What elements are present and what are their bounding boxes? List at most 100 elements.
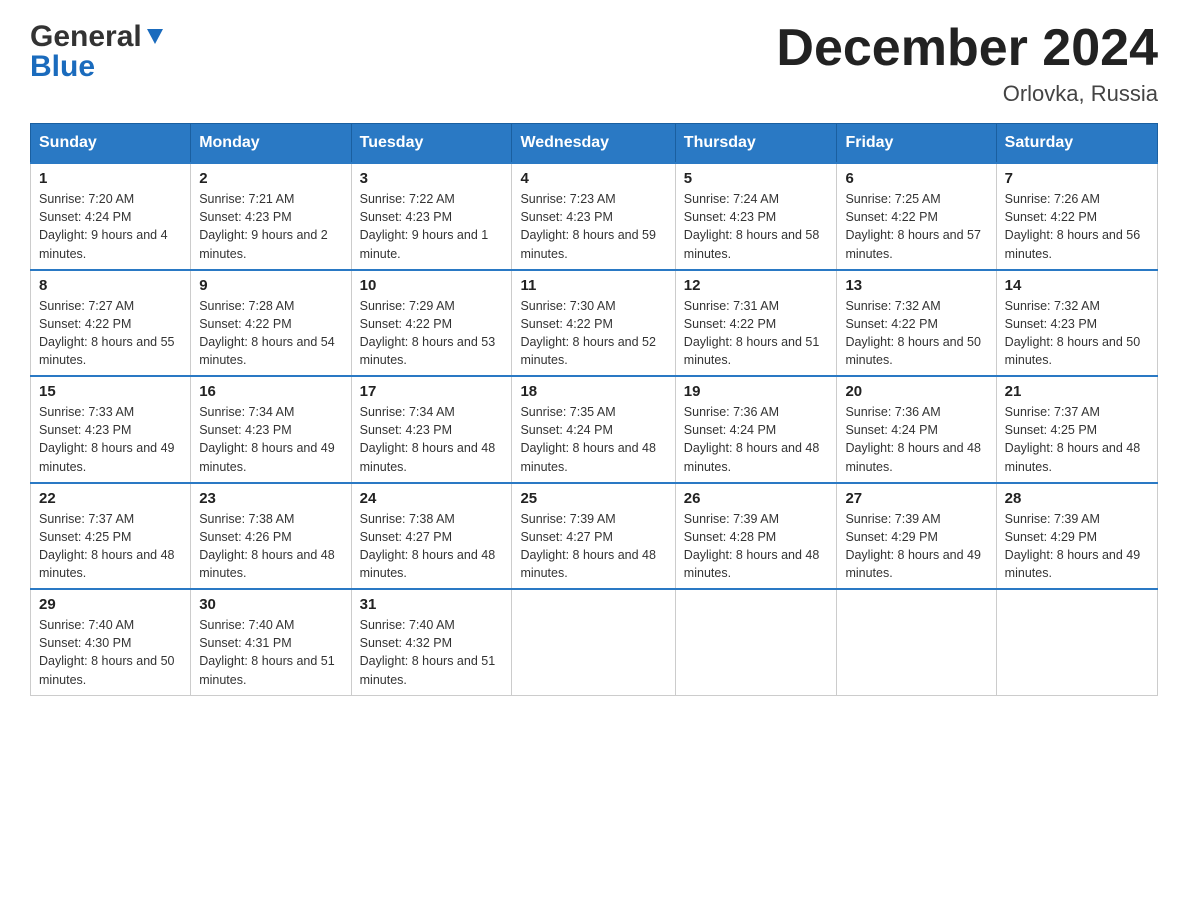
day-info: Sunrise: 7:26 AMSunset: 4:22 PMDaylight:… [1005, 190, 1149, 263]
day-number: 30 [199, 596, 342, 613]
calendar-cell: 25 Sunrise: 7:39 AMSunset: 4:27 PMDayligh… [512, 483, 675, 590]
logo-triangle-icon [144, 24, 166, 46]
weekday-header-row: SundayMondayTuesdayWednesdayThursdayFrid… [31, 124, 1158, 164]
day-number: 3 [360, 170, 504, 187]
calendar-cell: 1Sunrise: 7:20 AMSunset: 4:24 PMDaylight… [31, 163, 191, 270]
calendar-cell [837, 589, 996, 695]
calendar-cell: 16 Sunrise: 7:34 AMSunset: 4:23 PMDayligh… [191, 376, 351, 483]
day-number: 11 [520, 277, 666, 294]
day-info: Sunrise: 7:32 AMSunset: 4:22 PMDaylight:… [845, 297, 987, 370]
calendar-cell: 29Sunrise: 7:40 AMSunset: 4:30 PMDayligh… [31, 589, 191, 695]
day-number: 19 [684, 383, 829, 400]
week-row-1: 1Sunrise: 7:20 AMSunset: 4:24 PMDaylight… [31, 163, 1158, 270]
day-info: Sunrise: 7:28 AMSunset: 4:22 PMDaylight:… [199, 297, 342, 370]
day-number: 16 [199, 383, 342, 400]
calendar-cell [675, 589, 837, 695]
day-info: Sunrise: 7:36 AMSunset: 4:24 PMDaylight:… [845, 403, 987, 476]
calendar-cell: 20 Sunrise: 7:36 AMSunset: 4:24 PMDayligh… [837, 376, 996, 483]
day-number: 29 [39, 596, 182, 613]
day-number: 18 [520, 383, 666, 400]
weekday-header-wednesday: Wednesday [512, 124, 675, 164]
day-info: Sunrise: 7:36 AMSunset: 4:24 PMDaylight:… [684, 403, 829, 476]
day-info: Sunrise: 7:23 AMSunset: 4:23 PMDaylight:… [520, 190, 666, 263]
calendar-cell: 18 Sunrise: 7:35 AMSunset: 4:24 PMDayligh… [512, 376, 675, 483]
day-info: Sunrise: 7:40 AMSunset: 4:31 PMDaylight:… [199, 616, 342, 689]
weekday-header-saturday: Saturday [996, 124, 1157, 164]
day-number: 22 [39, 490, 182, 507]
calendar-cell [996, 589, 1157, 695]
calendar-cell: 27 Sunrise: 7:39 AMSunset: 4:29 PMDayligh… [837, 483, 996, 590]
weekday-header-friday: Friday [837, 124, 996, 164]
day-number: 28 [1005, 490, 1149, 507]
day-info: Sunrise: 7:38 AMSunset: 4:26 PMDaylight:… [199, 510, 342, 583]
day-number: 21 [1005, 383, 1149, 400]
calendar-cell: 15 Sunrise: 7:33 AMSunset: 4:23 PMDayligh… [31, 376, 191, 483]
calendar-cell: 7 Sunrise: 7:26 AMSunset: 4:22 PMDaylight… [996, 163, 1157, 270]
day-number: 26 [684, 490, 829, 507]
calendar-cell: 17 Sunrise: 7:34 AMSunset: 4:23 PMDayligh… [351, 376, 512, 483]
week-row-2: 8Sunrise: 7:27 AMSunset: 4:22 PMDaylight… [31, 270, 1158, 377]
header: General Blue December 2024 Orlovka, Russ… [30, 20, 1158, 107]
day-number: 14 [1005, 277, 1149, 294]
calendar-cell: 2Sunrise: 7:21 AMSunset: 4:23 PMDaylight… [191, 163, 351, 270]
day-info: Sunrise: 7:35 AMSunset: 4:24 PMDaylight:… [520, 403, 666, 476]
day-info: Sunrise: 7:39 AMSunset: 4:29 PMDaylight:… [845, 510, 987, 583]
calendar-table: SundayMondayTuesdayWednesdayThursdayFrid… [30, 123, 1158, 696]
title-block: December 2024 Orlovka, Russia [776, 20, 1158, 107]
day-number: 15 [39, 383, 182, 400]
day-number: 25 [520, 490, 666, 507]
calendar-cell: 23 Sunrise: 7:38 AMSunset: 4:26 PMDayligh… [191, 483, 351, 590]
day-info: Sunrise: 7:29 AMSunset: 4:22 PMDaylight:… [360, 297, 504, 370]
day-info: Sunrise: 7:37 AMSunset: 4:25 PMDaylight:… [1005, 403, 1149, 476]
day-number: 13 [845, 277, 987, 294]
day-number: 9 [199, 277, 342, 294]
calendar-cell: 30 Sunrise: 7:40 AMSunset: 4:31 PMDayligh… [191, 589, 351, 695]
day-number: 27 [845, 490, 987, 507]
day-number: 17 [360, 383, 504, 400]
day-info: Sunrise: 7:27 AMSunset: 4:22 PMDaylight:… [39, 297, 182, 370]
day-number: 12 [684, 277, 829, 294]
day-number: 20 [845, 383, 987, 400]
calendar-cell: 9 Sunrise: 7:28 AMSunset: 4:22 PMDaylight… [191, 270, 351, 377]
calendar-cell: 24 Sunrise: 7:38 AMSunset: 4:27 PMDayligh… [351, 483, 512, 590]
day-number: 7 [1005, 170, 1149, 187]
calendar-cell [512, 589, 675, 695]
weekday-header-tuesday: Tuesday [351, 124, 512, 164]
calendar-cell: 12 Sunrise: 7:31 AMSunset: 4:22 PMDayligh… [675, 270, 837, 377]
calendar-cell: 8Sunrise: 7:27 AMSunset: 4:22 PMDaylight… [31, 270, 191, 377]
week-row-4: 22Sunrise: 7:37 AMSunset: 4:25 PMDayligh… [31, 483, 1158, 590]
day-info: Sunrise: 7:40 AMSunset: 4:32 PMDaylight:… [360, 616, 504, 689]
logo-general: General [30, 20, 142, 54]
calendar-cell: 4Sunrise: 7:23 AMSunset: 4:23 PMDaylight… [512, 163, 675, 270]
week-row-3: 15 Sunrise: 7:33 AMSunset: 4:23 PMDayligh… [31, 376, 1158, 483]
calendar-cell: 19 Sunrise: 7:36 AMSunset: 4:24 PMDayligh… [675, 376, 837, 483]
calendar-cell: 28 Sunrise: 7:39 AMSunset: 4:29 PMDayligh… [996, 483, 1157, 590]
day-number: 24 [360, 490, 504, 507]
day-info: Sunrise: 7:34 AMSunset: 4:23 PMDaylight:… [360, 403, 504, 476]
calendar-cell: 26 Sunrise: 7:39 AMSunset: 4:28 PMDayligh… [675, 483, 837, 590]
day-number: 31 [360, 596, 504, 613]
calendar-cell: 31 Sunrise: 7:40 AMSunset: 4:32 PMDayligh… [351, 589, 512, 695]
weekday-header-monday: Monday [191, 124, 351, 164]
page: General Blue December 2024 Orlovka, Russ… [0, 0, 1188, 918]
day-info: Sunrise: 7:30 AMSunset: 4:22 PMDaylight:… [520, 297, 666, 370]
day-info: Sunrise: 7:39 AMSunset: 4:29 PMDaylight:… [1005, 510, 1149, 583]
day-number: 23 [199, 490, 342, 507]
day-info: Sunrise: 7:34 AMSunset: 4:23 PMDaylight:… [199, 403, 342, 476]
weekday-header-thursday: Thursday [675, 124, 837, 164]
day-info: Sunrise: 7:38 AMSunset: 4:27 PMDaylight:… [360, 510, 504, 583]
day-info: Sunrise: 7:25 AMSunset: 4:22 PMDaylight:… [845, 190, 987, 263]
day-number: 5 [684, 170, 829, 187]
day-info: Sunrise: 7:39 AMSunset: 4:28 PMDaylight:… [684, 510, 829, 583]
day-info: Sunrise: 7:39 AMSunset: 4:27 PMDaylight:… [520, 510, 666, 583]
calendar-cell: 6Sunrise: 7:25 AMSunset: 4:22 PMDaylight… [837, 163, 996, 270]
day-number: 1 [39, 170, 182, 187]
calendar-cell: 10 Sunrise: 7:29 AMSunset: 4:22 PMDayligh… [351, 270, 512, 377]
day-info: Sunrise: 7:31 AMSunset: 4:22 PMDaylight:… [684, 297, 829, 370]
calendar-cell: 5Sunrise: 7:24 AMSunset: 4:23 PMDaylight… [675, 163, 837, 270]
location: Orlovka, Russia [776, 81, 1158, 107]
day-number: 10 [360, 277, 504, 294]
day-number: 2 [199, 170, 342, 187]
day-info: Sunrise: 7:32 AMSunset: 4:23 PMDaylight:… [1005, 297, 1149, 370]
day-info: Sunrise: 7:33 AMSunset: 4:23 PMDaylight:… [39, 403, 182, 476]
